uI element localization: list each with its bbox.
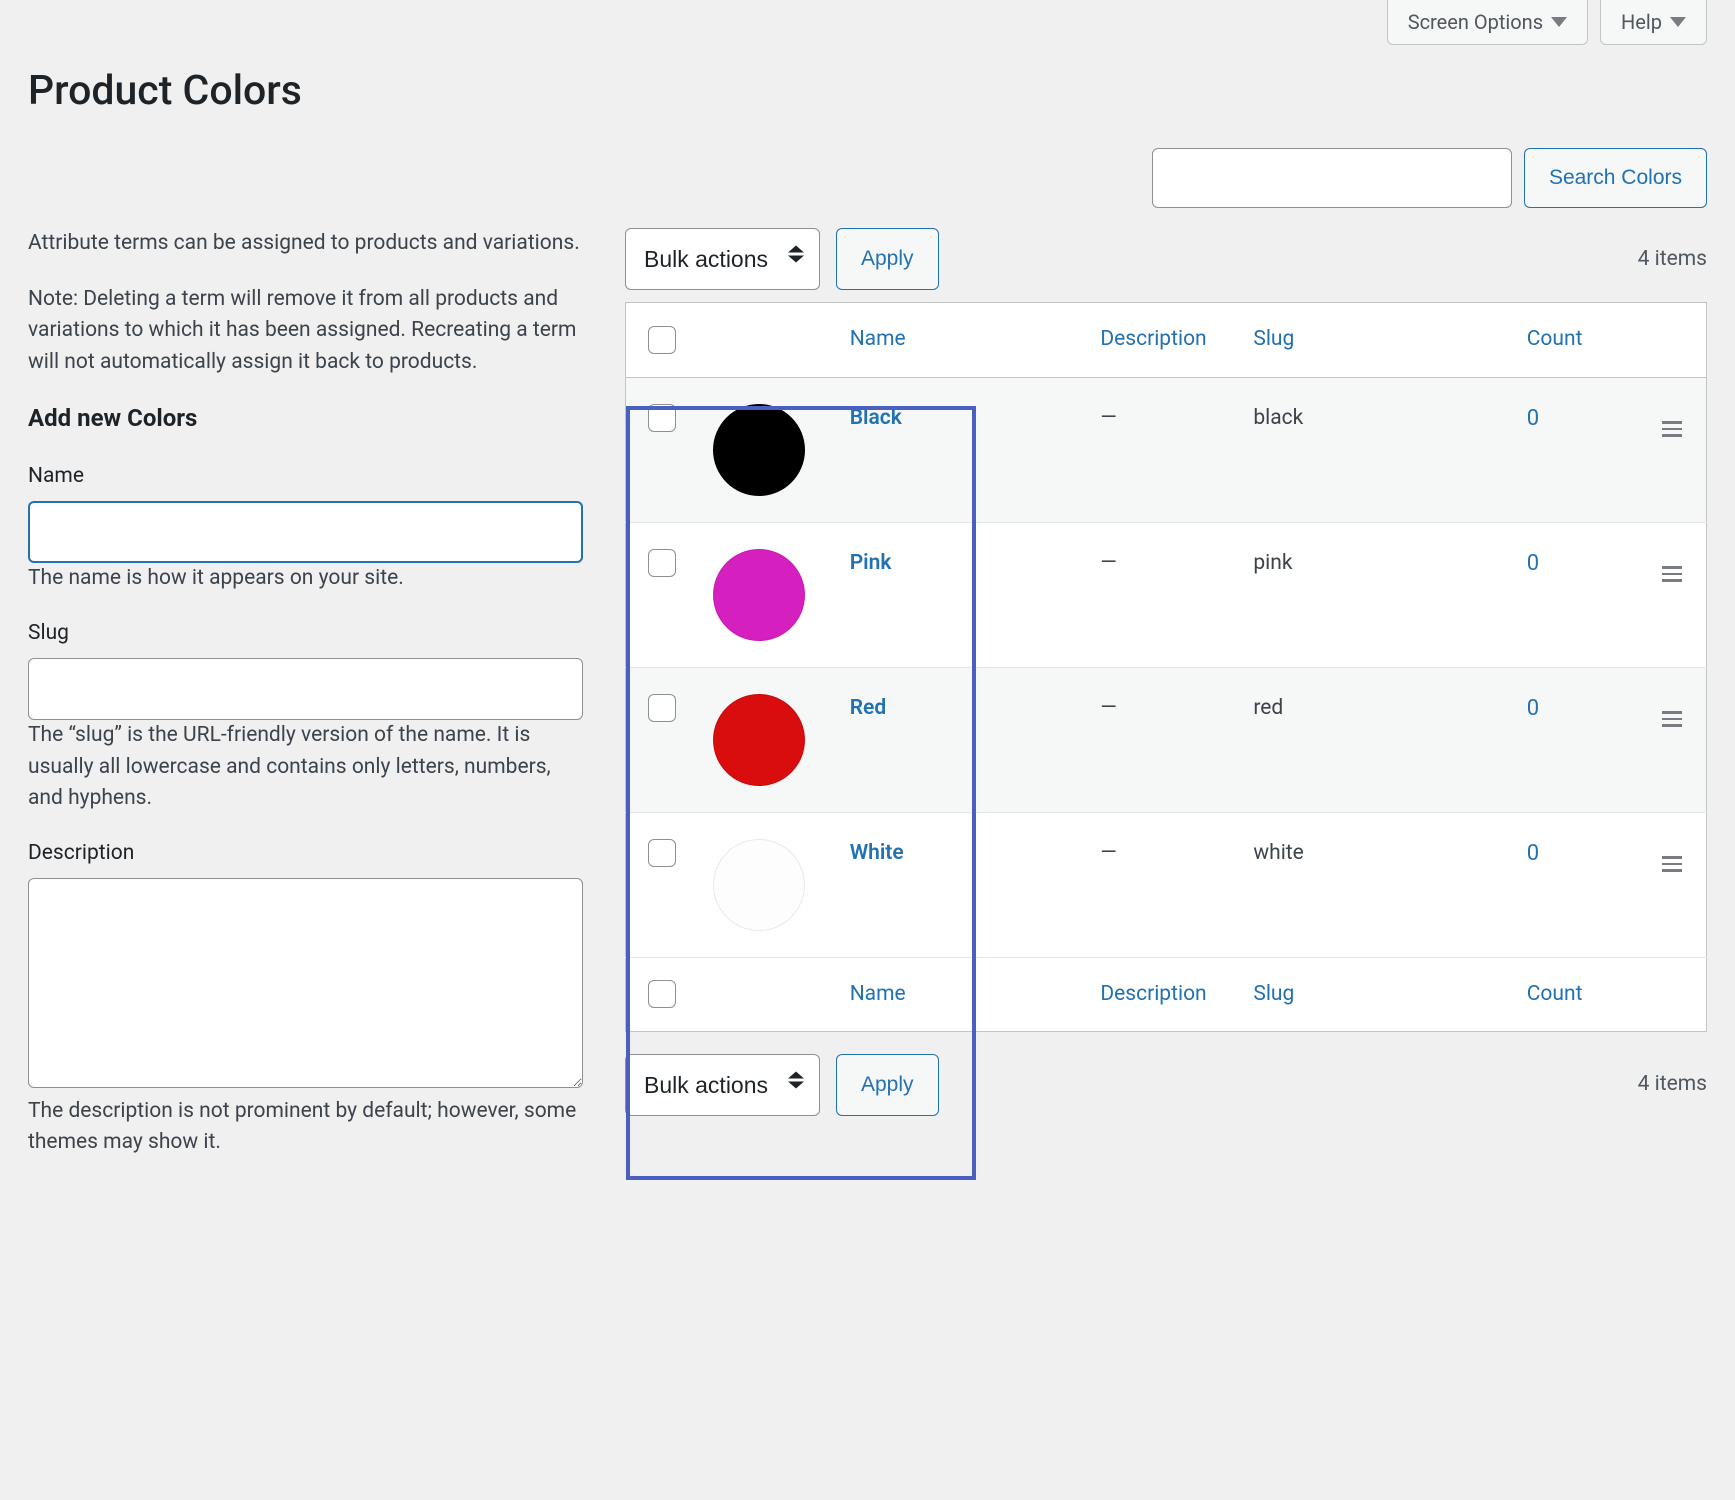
col-name[interactable]: Name <box>836 303 1087 377</box>
col-count[interactable]: Count <box>1513 303 1638 377</box>
drag-handle-icon[interactable] <box>1662 711 1682 727</box>
row-checkbox[interactable] <box>648 404 676 432</box>
slug-help: The “slug” is the URL-friendly version o… <box>28 720 583 815</box>
term-name-link[interactable]: Red <box>850 696 886 720</box>
table-row: Black — black 0 <box>626 377 1707 522</box>
term-slug: red <box>1253 696 1283 720</box>
color-swatch <box>713 549 805 641</box>
color-swatch <box>713 694 805 786</box>
terms-table: Name Description Slug Count Black — black 0… <box>625 302 1707 1032</box>
search-button[interactable]: Search Colors <box>1524 148 1707 208</box>
page-title: Product Colors <box>28 63 1707 120</box>
term-count-link[interactable]: 0 <box>1527 551 1539 576</box>
term-slug: white <box>1253 841 1303 865</box>
description-help: The description is not prominent by defa… <box>28 1096 583 1159</box>
col-slug-footer[interactable]: Slug <box>1239 957 1512 1031</box>
items-count-top: 4 items <box>1638 245 1707 274</box>
term-count-link[interactable]: 0 <box>1527 696 1539 721</box>
name-label: Name <box>28 462 583 491</box>
select-all-checkbox-top[interactable] <box>648 326 676 354</box>
form-heading: Add new Colors <box>28 402 583 436</box>
table-row: Red — red 0 <box>626 667 1707 812</box>
select-all-checkbox-bottom[interactable] <box>648 980 676 1008</box>
description-label: Description <box>28 839 583 868</box>
items-count-bottom: 4 items <box>1638 1070 1707 1099</box>
term-name-link[interactable]: Black <box>850 406 902 430</box>
caret-down-icon <box>1670 17 1686 27</box>
col-name-footer[interactable]: Name <box>836 957 1087 1031</box>
color-swatch <box>713 404 805 496</box>
search-input[interactable] <box>1152 148 1512 208</box>
color-swatch <box>713 839 805 931</box>
caret-down-icon <box>1551 17 1567 27</box>
row-checkbox[interactable] <box>648 839 676 867</box>
term-name-link[interactable]: Pink <box>850 551 892 575</box>
term-name-link[interactable]: White <box>850 841 904 865</box>
table-row: Pink — pink 0 <box>626 522 1707 667</box>
col-description[interactable]: Description <box>1086 303 1239 377</box>
intro-text-1: Attribute terms can be assigned to produ… <box>28 228 583 260</box>
table-row: White — white 0 <box>626 812 1707 957</box>
help-label: Help <box>1621 8 1662 36</box>
term-count-link[interactable]: 0 <box>1527 841 1539 866</box>
name-input[interactable] <box>28 501 583 563</box>
bulk-actions-select-bottom[interactable]: Bulk actions <box>625 1054 820 1116</box>
apply-button-bottom[interactable]: Apply <box>836 1054 939 1116</box>
screen-options-tab[interactable]: Screen Options <box>1387 0 1588 45</box>
col-description-footer[interactable]: Description <box>1086 957 1239 1031</box>
drag-handle-icon[interactable] <box>1662 856 1682 872</box>
col-count-footer[interactable]: Count <box>1513 957 1638 1031</box>
drag-handle-icon[interactable] <box>1662 421 1682 437</box>
name-help: The name is how it appears on your site. <box>28 563 583 595</box>
help-tab[interactable]: Help <box>1600 0 1707 45</box>
term-description: — <box>1100 406 1116 430</box>
term-description: — <box>1100 841 1116 865</box>
term-description: — <box>1100 551 1116 575</box>
row-checkbox[interactable] <box>648 694 676 722</box>
description-textarea[interactable] <box>28 878 583 1088</box>
term-slug: pink <box>1253 551 1292 575</box>
row-checkbox[interactable] <box>648 549 676 577</box>
term-slug: black <box>1253 406 1303 430</box>
col-slug[interactable]: Slug <box>1239 303 1512 377</box>
term-description: — <box>1100 696 1116 720</box>
apply-button-top[interactable]: Apply <box>836 228 939 290</box>
bulk-actions-select-top[interactable]: Bulk actions <box>625 228 820 290</box>
drag-handle-icon[interactable] <box>1662 566 1682 582</box>
screen-options-label: Screen Options <box>1408 8 1543 36</box>
slug-label: Slug <box>28 619 583 648</box>
slug-input[interactable] <box>28 658 583 720</box>
intro-text-2: Note: Deleting a term will remove it fro… <box>28 284 583 379</box>
add-term-panel: Attribute terms can be assigned to produ… <box>28 228 583 1182</box>
term-count-link[interactable]: 0 <box>1527 406 1539 431</box>
